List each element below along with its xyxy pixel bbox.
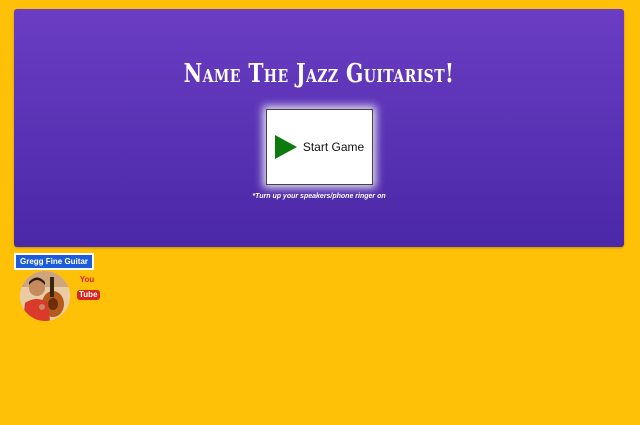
youtube-link[interactable]: You Tube: [77, 275, 100, 300]
play-icon: [274, 135, 297, 159]
youtube-you-text: You: [79, 275, 95, 284]
avatar-photo-icon: [20, 271, 70, 321]
hero-panel: Name The Jazz Guitarist! Start Game *Tur…: [14, 9, 624, 247]
start-game-label: Start Game: [302, 140, 365, 154]
avatar[interactable]: [20, 271, 70, 321]
speaker-note: *Turn up your speakers/phone ringer on: [252, 193, 386, 200]
brand-badge[interactable]: Gregg Fine Guitar: [14, 253, 95, 270]
youtube-icon: Tube: [77, 290, 100, 300]
page-title: Name The Jazz Guitarist!: [183, 59, 455, 89]
start-game-button[interactable]: Start Game: [266, 109, 373, 185]
